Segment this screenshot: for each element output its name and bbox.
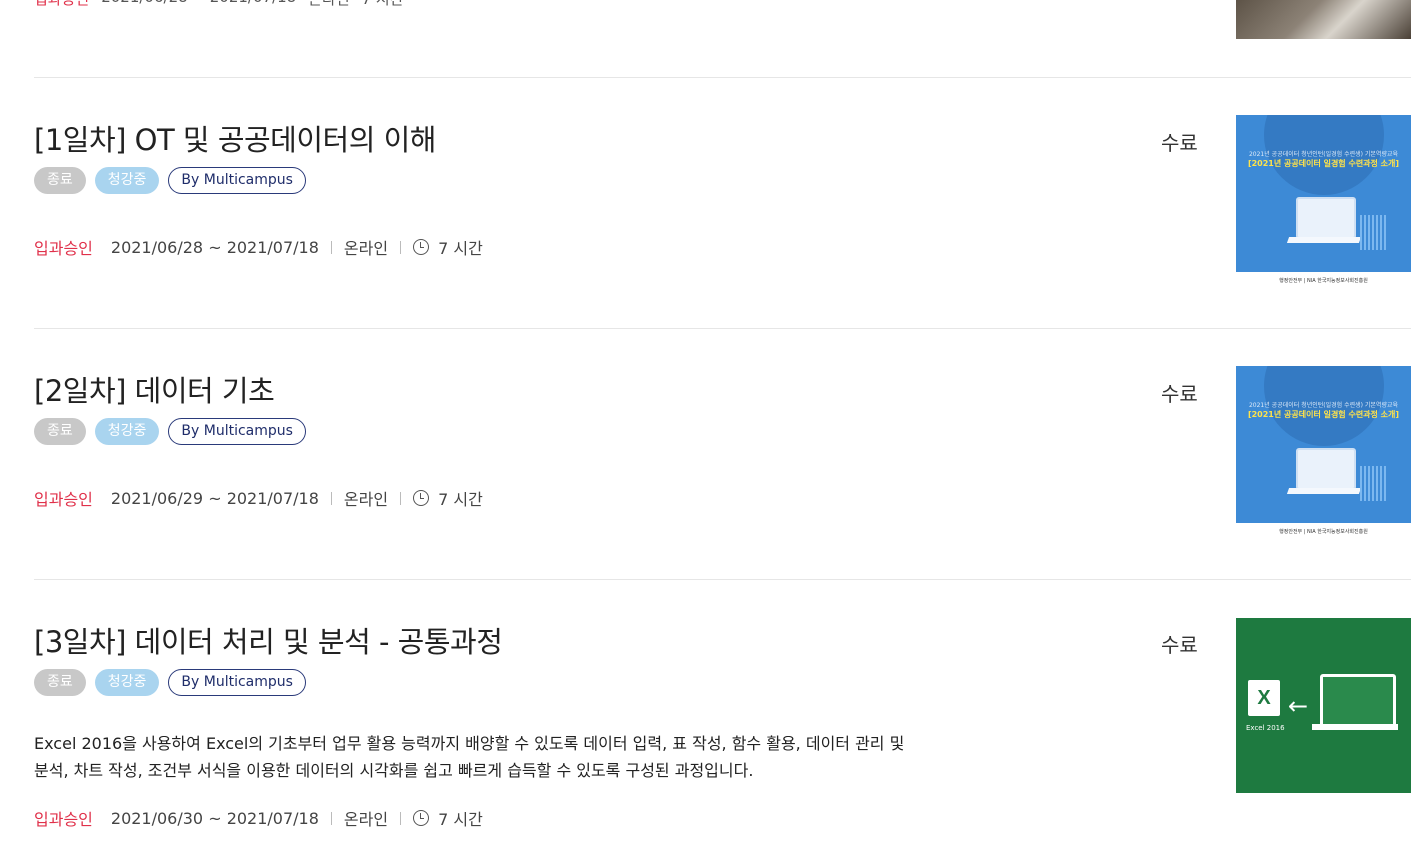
course-title[interactable]: [3일차] 데이터 처리 및 분석 - 공통과정 [34,619,503,661]
course-badges: 종료 청강중 By Multicampus [34,669,306,696]
divider [34,328,1411,329]
provider-badge: By Multicampus [168,669,306,696]
date-range: 2021/06/30 ~ 2021/07/18 [110,808,319,828]
course-thumbnail[interactable]: 2021년 공공데이터 청년인턴(일경험 수련생) 기본역량교육 [2021년 … [1236,366,1411,541]
thumbnail-footer: 행정안전부 | NIA 한국지능정보사회진흥원 [1236,523,1411,541]
previous-course-thumbnail[interactable] [1236,0,1411,39]
previous-course-partial: 입과승인 2021/06/28 ~ 2021/07/18 온라인 7 시간 [0,0,1417,40]
date-range: 2021/06/28 ~ 2021/07/18 [110,237,319,257]
provider-badge: By Multicampus [168,418,306,445]
thumbnail-footer: 행정안전부 | NIA 한국지능정보사회진흥원 [1236,272,1411,290]
course-thumbnail[interactable]: X Excel 2016 ← [1236,618,1411,793]
completion-status: 수료 [1161,633,1198,657]
provider-badge: By Multicampus [168,167,306,194]
ended-badge: 종료 [34,669,86,696]
bar-graph-icon [1360,466,1386,501]
course-duration: 7 시간 [438,490,483,509]
thumbnail-label: Excel 2016 [1246,724,1285,732]
course-badges: 종료 청강중 By Multicampus [34,167,306,194]
course-mode: 온라인 [308,0,349,9]
completion-status: 수료 [1161,382,1198,406]
completion-status: 수료 [1161,131,1198,155]
ended-badge: 종료 [34,167,86,194]
approval-status: 입과승인 [34,810,93,829]
meta-separator [400,811,402,825]
excel-icon: X [1248,680,1280,716]
divider [34,77,1411,78]
course-badges: 종료 청강중 By Multicampus [34,418,306,445]
arrow-icon: ← [1288,692,1309,720]
ended-badge: 종료 [34,418,86,445]
course-description: Excel 2016을 사용하여 Excel의 기초부터 업무 활용 능력까지 … [34,734,905,780]
course-duration: 7 시간 [438,810,483,829]
course-thumbnail[interactable]: 2021년 공공데이터 청년인턴(일경험 수련생) 기본역량교육 [2021년 … [1236,115,1411,290]
meta-separator [330,811,332,825]
thumbnail-title: [2021년 공공데이터 일경험 수련과정 소개] [1247,410,1400,419]
clock-icon [413,239,430,255]
attending-badge: 청강중 [94,418,160,445]
approval-status: 입과승인 [34,0,89,9]
course-duration: 7 시간 [438,239,483,258]
course-title[interactable]: [1일차] OT 및 공공데이터의 이해 [34,117,436,159]
meta-separator [400,491,402,505]
course-title[interactable]: [2일차] 데이터 기초 [34,368,275,410]
course-meta: 입과승인 2021/06/30 ~ 2021/07/18 온라인 7 시간 [34,806,483,830]
date-range: 2021/06/28 ~ 2021/07/18 [101,0,296,9]
course-duration: 7 시간 [362,0,404,9]
laptop-icon [1320,674,1396,728]
course-mode: 온라인 [343,810,389,829]
thumbnail-title: [2021년 공공데이터 일경험 수련과정 소개] [1247,159,1400,168]
thumbnail-subtitle: 2021년 공공데이터 청년인턴(일경험 수련생) 기본역량교육 [1248,402,1399,409]
meta-separator [330,240,332,254]
attending-badge: 청강중 [94,669,160,696]
divider [34,579,1411,580]
approval-status: 입과승인 [34,239,93,258]
clock-icon [413,490,430,506]
bar-graph-icon [1360,215,1386,250]
course-meta: 입과승인 2021/06/28 ~ 2021/07/18 온라인 7 시간 [34,235,483,259]
course-mode: 온라인 [343,239,389,258]
attending-badge: 청강중 [94,167,160,194]
laptop-icon [1296,197,1356,239]
clock-icon [413,810,430,826]
meta-separator [330,491,332,505]
date-range: 2021/06/29 ~ 2021/07/18 [110,488,319,508]
thumbnail-subtitle: 2021년 공공데이터 청년인턴(일경험 수련생) 기본역량교육 [1248,151,1399,158]
approval-status: 입과승인 [34,490,93,509]
meta-separator [400,240,402,254]
course-meta: 입과승인 2021/06/29 ~ 2021/07/18 온라인 7 시간 [34,486,483,510]
previous-course-meta: 입과승인 2021/06/28 ~ 2021/07/18 온라인 7 시간 [34,0,404,9]
laptop-icon [1296,448,1356,490]
course-mode: 온라인 [343,490,389,509]
